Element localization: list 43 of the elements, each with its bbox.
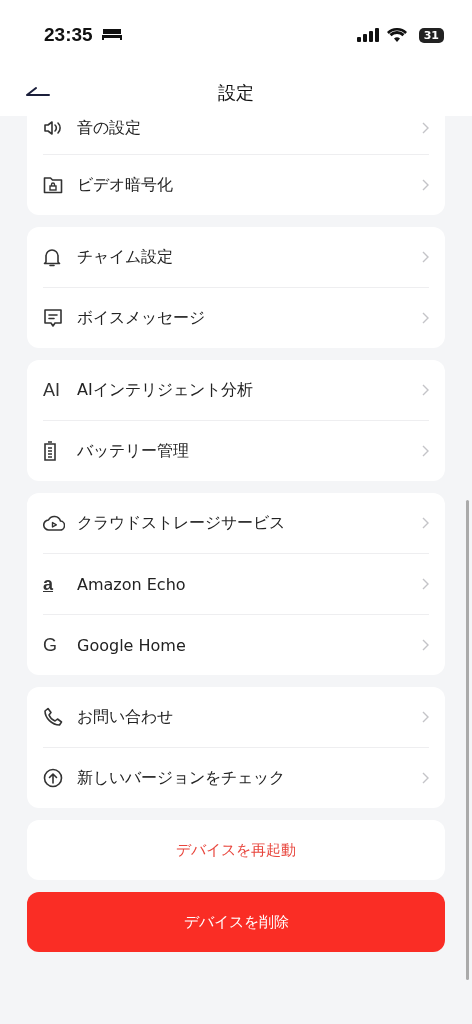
message-icon (43, 308, 63, 328)
speaker-icon (43, 119, 63, 137)
chevron-icon (422, 445, 429, 457)
chevron-icon (422, 711, 429, 723)
chevron-icon (422, 578, 429, 590)
bed-icon (100, 28, 123, 42)
page-title: 設定 (218, 81, 254, 105)
chevron-icon (422, 122, 429, 134)
wifi-icon (386, 28, 407, 42)
settings-row[interactable]: ビデオ暗号化 (43, 154, 429, 215)
battery-level: 31 (418, 27, 444, 43)
chevron-icon (422, 772, 429, 784)
back-arrow-icon (26, 86, 50, 96)
amazon-icon: a (43, 573, 53, 595)
settings-row[interactable]: お問い合わせ (43, 687, 429, 747)
settings-row[interactable]: 新しいバージョンをチェック (43, 747, 429, 808)
letter-icon: AI (43, 379, 60, 401)
settings-row[interactable]: a Amazon Echo (43, 553, 429, 614)
settings-row[interactable]: 音の設定 (43, 116, 429, 154)
folder-lock-icon (43, 176, 63, 194)
settings-row[interactable]: チャイム設定 (43, 227, 429, 287)
bell-icon (43, 247, 61, 267)
upload-icon (43, 768, 63, 788)
settings-row[interactable]: ボイスメッセージ (43, 287, 429, 348)
chevron-icon (422, 179, 429, 191)
settings-row[interactable]: クラウドストレージサービス (43, 493, 429, 553)
delete-button[interactable]: デバイスを削除 (27, 892, 445, 952)
chevron-icon (422, 517, 429, 529)
chevron-icon (422, 639, 429, 651)
restart-button[interactable]: デバイスを再起動 (27, 820, 445, 880)
settings-row[interactable]: AI AIインテリジェント分析 (43, 360, 429, 420)
battery-icon (43, 441, 57, 461)
cloud-play-icon (43, 514, 65, 532)
chevron-icon (422, 312, 429, 324)
chevron-icon (422, 251, 429, 263)
phone-icon (43, 707, 63, 727)
signal-icon (356, 28, 381, 42)
chevron-icon (422, 384, 429, 396)
letter-icon: G (43, 634, 57, 656)
settings-row[interactable]: G Google Home (43, 614, 429, 675)
scrollbar[interactable] (466, 500, 469, 980)
settings-row[interactable]: バッテリー管理 (43, 420, 429, 481)
clock-time: 23:35 (44, 24, 93, 46)
